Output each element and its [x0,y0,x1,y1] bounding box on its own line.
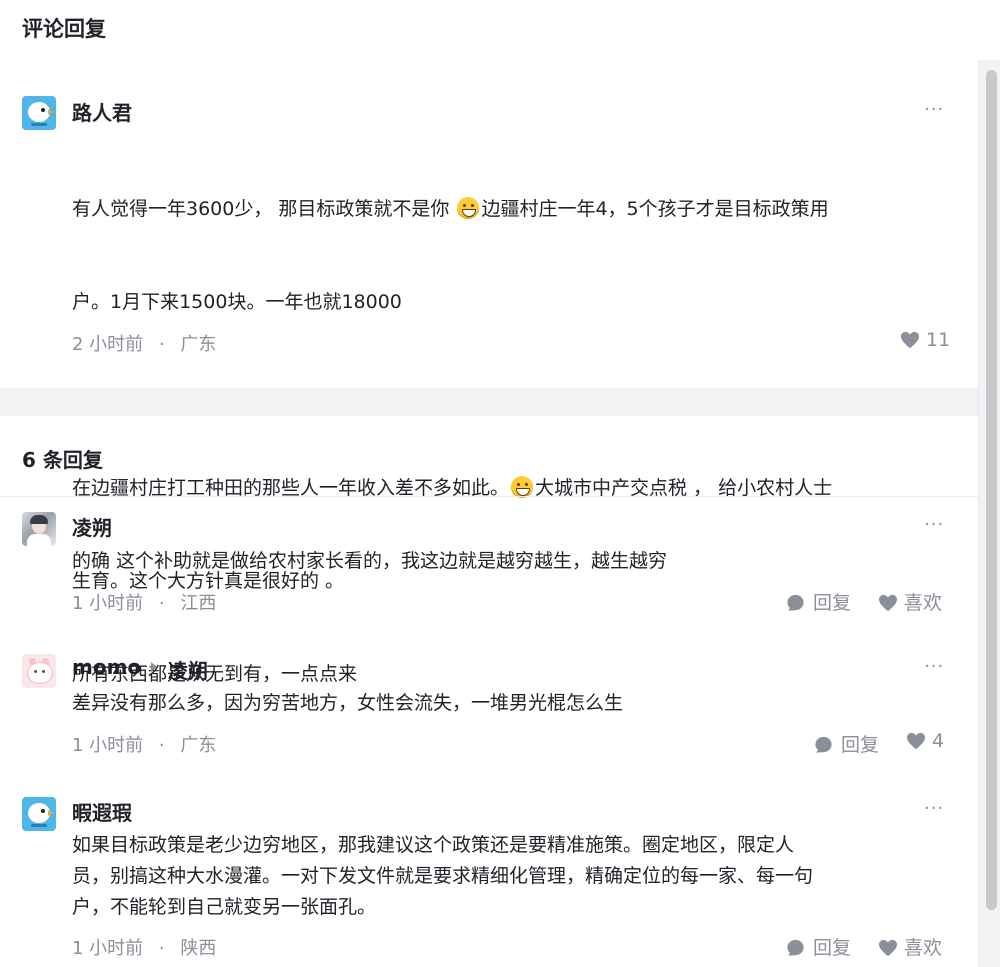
like-count: 11 [926,329,951,351]
bird-avatar-icon[interactable] [22,797,56,831]
like-button[interactable]: 11 [900,329,950,351]
reply-location: 江西 [180,593,217,614]
reply-content: 如果目标政策是老少边穷地区，那我建议这个政策还是要精准施策。圈定地区，限定人 员… [72,834,814,918]
replies-header: 6 条回复 [0,416,978,497]
comment-bubble-icon [787,594,804,611]
meta-dot: · [158,593,165,614]
scrollbar-thumb[interactable] [986,70,997,910]
reply-label: 回复 [841,734,880,756]
comment-bubble-icon [815,736,832,753]
meta-dot: · [158,735,165,756]
comment-location: 广东 [180,334,217,355]
reply-username[interactable]: momo [72,655,141,679]
like-button[interactable]: 喜欢 [878,933,942,960]
more-options-icon[interactable]: ··· [924,99,944,120]
reply-button[interactable]: 回复 [786,588,851,615]
like-label: 喜欢 [904,937,943,959]
photo-avatar-icon[interactable] [22,512,56,546]
reply-username[interactable]: 凌朔 [72,512,112,541]
comment-time: 2 小时前 [72,334,144,355]
meta-dot: · [158,334,165,355]
reply-button[interactable]: 回复 [814,730,879,757]
reply-label: 回复 [813,937,852,959]
reply-time: 1 小时前 [72,938,144,959]
heart-icon [901,331,919,349]
reply-to-username[interactable]: 凌朔 [168,655,208,684]
comment-line: 有人觉得一年3600少， 那目标政策就不是你 边疆村庄一年4，5个孩子才是目标政… [72,197,829,220]
grinning-emoji-icon [457,197,480,219]
reply-content: 差异没有那么多，因为穷苦地方，女性会流失，一堆男光棍怎么生 [72,692,624,714]
meta-dot: · [158,938,165,959]
like-count: 4 [932,730,945,752]
page-title: 评论回复 [22,17,106,41]
main-comment: 路人君 ··· 有人觉得一年3600少， 那目标政策就不是你 边疆村庄一年4，5… [0,60,978,685]
reply-to-arrow-icon [151,662,157,672]
heart-icon [879,594,897,612]
heart-icon [907,732,925,750]
reply-meta: 1 小时前 · 江西 [72,589,216,615]
page-header: 评论回复 [0,0,978,60]
more-options-icon[interactable]: ··· [924,798,944,819]
reply-location: 陕西 [180,938,217,959]
cute-avatar-icon[interactable] [22,654,56,688]
comment-line: 户。1月下来1500块。一年也就18000 [72,291,402,313]
heart-icon [879,939,897,957]
comment-username[interactable]: 路人君 [72,97,132,126]
reply-content: 的确 这个补助就是做给农村家长看的，我这边就是越穷越生，越生越穷 [72,550,668,572]
more-options-icon[interactable]: ··· [924,656,944,677]
comment-meta: 2 小时前 · 广东 [72,330,216,356]
reply-meta: 1 小时前 · 陕西 [72,934,216,960]
like-label: 喜欢 [904,592,943,614]
reply-time: 1 小时前 [72,735,144,756]
reply-label: 回复 [813,592,852,614]
like-button[interactable]: 4 [906,730,944,752]
reply-location: 广东 [180,735,217,756]
comment-bubble-icon [787,939,804,956]
section-divider [0,388,978,416]
reply-count: 6 条回复 [22,448,103,472]
reply-button[interactable]: 回复 [786,933,851,960]
bird-avatar-icon[interactable] [22,96,56,130]
more-options-icon[interactable]: ··· [924,514,944,535]
reply-meta: 1 小时前 · 广东 [72,731,216,757]
reply-time: 1 小时前 [72,593,144,614]
like-button[interactable]: 喜欢 [878,588,942,615]
reply-username[interactable]: 暇遐瑕 [72,797,132,826]
